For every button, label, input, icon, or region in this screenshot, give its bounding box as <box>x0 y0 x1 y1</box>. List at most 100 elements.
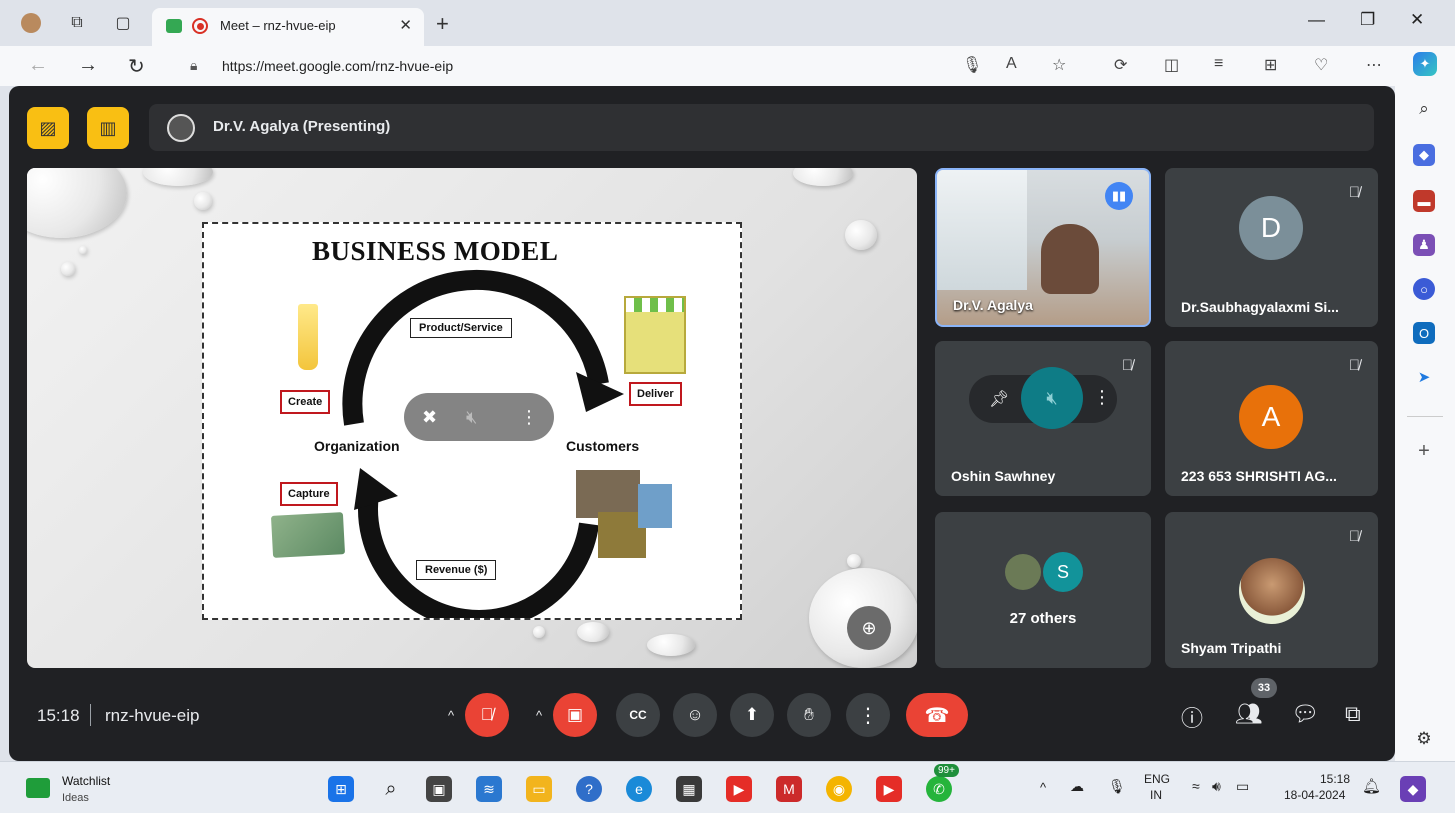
new-tab-icon[interactable]: + <box>436 11 449 37</box>
whatsapp-icon[interactable]: ✆ <box>926 776 952 802</box>
show-hidden-icons-icon[interactable]: ^ <box>1040 780 1046 795</box>
leave-call-icon[interactable]: ☎ <box>906 693 968 737</box>
extensions-icon[interactable]: ⟳ <box>1114 55 1127 75</box>
tools-icon[interactable]: ▬ <box>1413 190 1435 212</box>
language-top[interactable]: ENG <box>1144 772 1170 786</box>
captions-icon[interactable]: CC <box>616 693 660 737</box>
pin-icon[interactable]: 📌︎ <box>989 389 1009 409</box>
participant-tile-shrishti[interactable]: 🎙̸ A 223 653 SHRISHTI AG... <box>1165 341 1378 496</box>
video-settings-chevron-icon[interactable]: ^ <box>536 708 542 723</box>
send-icon[interactable]: ➤ <box>1413 366 1435 388</box>
microphone-tray-icon[interactable]: 🎙︎ <box>1108 778 1126 795</box>
collections-icon[interactable]: ⊞ <box>1264 55 1277 75</box>
camera-off-icon[interactable]: ▣ <box>553 693 597 737</box>
battery-icon[interactable]: ▭ <box>1236 778 1249 795</box>
youtube-app-icon[interactable]: ▶ <box>876 776 902 802</box>
presentation-toggle-icon[interactable]: ▨ <box>27 107 69 149</box>
mute-participant-icon[interactable]: 🔇︎ <box>466 407 477 428</box>
stock-watchlist-icon[interactable] <box>26 778 50 798</box>
windows-start-icon[interactable]: ⊞ <box>328 776 354 802</box>
mute-for-everyone-icon[interactable]: 🔇︎ <box>1021 367 1083 429</box>
activities-icon[interactable]: ⧉ <box>1345 701 1361 727</box>
audio-settings-chevron-icon[interactable]: ^ <box>448 708 454 723</box>
onedrive-cloud-icon[interactable]: ☁ <box>1070 778 1084 795</box>
avatar: D <box>1239 196 1303 260</box>
back-icon[interactable]: ← <box>28 54 48 77</box>
mcafee-icon[interactable]: M <box>776 776 802 802</box>
water-drop <box>194 192 212 210</box>
wifi-icon[interactable]: ≈ <box>1192 778 1200 794</box>
search-icon[interactable]: ⌕ <box>1413 98 1435 120</box>
tab-actions-icon[interactable]: ▢ <box>112 12 134 34</box>
help-app-icon[interactable]: ? <box>576 776 602 802</box>
language-bottom[interactable]: IN <box>1150 788 1162 802</box>
favorites-icon[interactable]: ≡ <box>1214 55 1223 73</box>
task-view-icon[interactable]: ▣ <box>426 776 452 802</box>
add-sidebar-app-icon[interactable]: + <box>1413 440 1435 462</box>
microsoft-store-icon[interactable]: ▦ <box>676 776 702 802</box>
settings-gear-icon[interactable]: ⚙ <box>1413 728 1435 750</box>
more-vert-icon[interactable]: ⋮ <box>520 407 538 428</box>
clock-date[interactable]: 18-04-2024 <box>1284 788 1345 802</box>
volume-icon[interactable]: 🔊︎ <box>1212 778 1221 795</box>
unpin-icon[interactable]: ✖︎ <box>422 407 437 428</box>
chrome-icon[interactable]: ◉ <box>826 776 852 802</box>
more-options-icon[interactable]: ⋮ <box>846 693 890 737</box>
water-drop <box>61 262 75 276</box>
muted-mic-icon: 🎙̸ <box>1348 357 1360 374</box>
url-field[interactable]: https://meet.google.com/rnz-hvue-eip <box>222 58 453 74</box>
tab-meet[interactable]: Meet – rnz-hvue-eip ✕ <box>152 8 424 46</box>
copilot-icon[interactable]: ✦ <box>1413 52 1437 76</box>
layout-icon[interactable]: ▥ <box>87 107 129 149</box>
search-icon[interactable]: ⌕ <box>378 776 404 802</box>
mic-off-icon[interactable]: 🎙̸ <box>465 693 509 737</box>
avatar <box>1239 558 1305 624</box>
chat-icon[interactable]: 💬︎ <box>1291 701 1319 727</box>
profile-avatar-icon[interactable] <box>20 12 42 34</box>
refresh-icon[interactable]: ↻ <box>128 54 145 79</box>
shopping-tag-icon[interactable]: ◆ <box>1413 144 1435 166</box>
participant-tile-agalya[interactable]: ▮▮ Dr.V. Agalya <box>935 168 1151 327</box>
presenter-bar: Dr.V. Agalya (Presenting) <box>149 104 1374 151</box>
games-icon[interactable]: ♟ <box>1413 234 1435 256</box>
minimize-icon[interactable]: — <box>1308 10 1325 30</box>
microsoft-365-icon[interactable]: ○ <box>1413 278 1435 300</box>
copilot-taskbar-icon[interactable]: ◆ <box>1400 776 1426 802</box>
workspaces-icon[interactable]: ⧉ <box>66 12 88 34</box>
participant-video-face <box>1041 224 1099 294</box>
outlook-icon[interactable]: O <box>1413 322 1435 344</box>
people-count-badge: 33 <box>1251 678 1277 698</box>
lock-icon[interactable]: 🔒︎ <box>190 57 197 74</box>
participant-tile-oshin[interactable]: 🎙̸ 📌︎ 🔇︎ ⋮ Oshin Sawhney <box>935 341 1151 496</box>
widgets-app-icon[interactable]: ≋ <box>476 776 502 802</box>
forward-icon[interactable]: → <box>78 54 98 77</box>
file-explorer-icon[interactable]: ▭ <box>526 776 552 802</box>
split-screen-icon[interactable]: ◫ <box>1164 55 1179 75</box>
restore-icon[interactable]: ❐ <box>1360 10 1375 30</box>
participant-tile-others[interactable]: S 27 others <box>935 512 1151 668</box>
participant-tile-saubhagyalaxmi[interactable]: 🎙̸ D Dr.Saubhagyalaxmi Si... <box>1165 168 1378 327</box>
recording-indicator-icon <box>192 18 208 34</box>
participant-tile-shyam[interactable]: 🎙̸ Shyam Tripathi <box>1165 512 1378 668</box>
notification-bell-icon[interactable]: 🔔︎ <box>1362 777 1381 795</box>
microphone-icon[interactable]: 🎙︎ <box>962 55 982 75</box>
present-screen-icon[interactable]: ⬆ <box>730 693 774 737</box>
clock-time[interactable]: 15:18 <box>1320 772 1350 786</box>
muted-mic-icon: 🎙̸ <box>1348 528 1360 545</box>
meet-window: ▨ ▥ Dr.V. Agalya (Presenting) BUSINESS M… <box>9 86 1395 761</box>
close-tab-icon[interactable]: ✕ <box>399 16 412 34</box>
meeting-details-icon[interactable]: ⓘ <box>1181 701 1203 733</box>
zoom-in-icon[interactable]: ⊕ <box>847 606 891 650</box>
emoji-reaction-icon[interactable]: ☺ <box>673 693 717 737</box>
browser-essentials-icon[interactable]: ♡ <box>1314 55 1328 75</box>
people-icon[interactable]: 👥︎ <box>1235 701 1263 727</box>
read-aloud-icon[interactable]: A <box>1006 55 1017 73</box>
more-vert-icon[interactable]: ⋮ <box>1093 387 1111 408</box>
raise-hand-icon[interactable]: ✋︎ <box>787 693 831 737</box>
favorite-star-icon[interactable]: ☆ <box>1052 55 1066 75</box>
avatar: A <box>1239 385 1303 449</box>
close-window-icon[interactable]: ✕ <box>1410 10 1424 30</box>
youtube-icon[interactable]: ▶ <box>726 776 752 802</box>
edge-icon[interactable]: e <box>626 776 652 802</box>
more-options-icon[interactable]: ⋯ <box>1366 55 1382 75</box>
